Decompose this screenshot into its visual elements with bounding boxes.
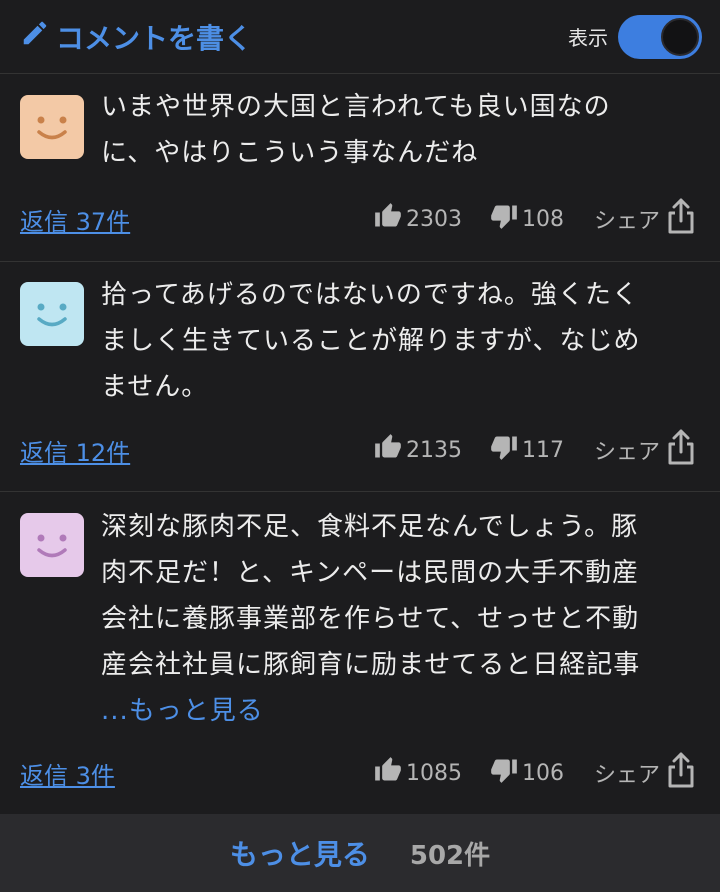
reaction-group: 2135 117 シェア <box>374 428 700 472</box>
comment-item: 深刻な豚肉不足、食料不足なんでしょう。豚 肉不足だ！と、キンペーは民間の大手不動… <box>0 492 720 814</box>
dislike-button[interactable]: 106 <box>490 756 564 790</box>
like-count: 1085 <box>405 760 462 786</box>
comment-item: 拾ってあげるのではないのですね。強くたく ましく生きていることが解りますが、なじ… <box>0 262 720 492</box>
thumbs-up-icon <box>374 756 406 790</box>
share-icon <box>660 751 700 795</box>
write-comment-label: コメントを書く <box>56 21 253 55</box>
share-label: シェア <box>593 440 660 465</box>
thumbs-down-icon <box>490 433 522 467</box>
display-toggle-label: 表示 <box>568 26 608 50</box>
comment-text: 拾ってあげるのではないのですね。強くたく ましく生きていることが解りますが、なじ… <box>101 262 700 410</box>
like-count: 2135 <box>405 437 462 463</box>
like-count: 2303 <box>405 206 462 232</box>
reaction-group: 1085 106 シェア <box>374 751 700 795</box>
comment-count: 502件 <box>409 840 491 871</box>
write-comment-button[interactable]: コメントを書く <box>20 17 252 57</box>
dislike-button[interactable]: 108 <box>490 202 564 236</box>
comment-header: コメントを書く 表示 <box>0 0 720 74</box>
read-more-link[interactable]: ...もっと見る <box>101 688 700 734</box>
thumbs-up-icon <box>374 433 406 467</box>
toggle-knob <box>661 17 699 56</box>
dislike-count: 108 <box>521 206 564 232</box>
share-button[interactable]: シェア <box>594 197 700 241</box>
dislike-count: 106 <box>521 760 564 786</box>
comment-line: ません。 <box>101 372 209 402</box>
load-more-bar: もっと見る 502件 <box>0 814 720 892</box>
load-more-button[interactable]: もっと見る <box>230 833 370 873</box>
avatar <box>20 282 84 346</box>
comment-line: 会社に養豚事業部を作らせて、せっせと不動 <box>101 604 640 634</box>
comment-line: 肉不足だ！と、キンペーは民間の大手不動産 <box>101 558 640 588</box>
comment-line: 産会社社員に豚飼育に励ませてると日経記事 <box>101 650 641 680</box>
like-button[interactable]: 2135 <box>374 433 462 467</box>
comment-line: いまや世界の大国と言われても良い国なの <box>101 92 611 122</box>
comment-section: コメントを書く 表示 いまや世界の大国と言われても良い国なの に、やはりこういう… <box>0 0 720 892</box>
comment-actions: 返信 3件 1085 106 シェア <box>20 751 700 795</box>
thumbs-up-icon <box>374 202 406 236</box>
comment-item: いまや世界の大国と言われても良い国なの に、やはりこういう事なんだね 返信 37… <box>0 74 720 262</box>
share-label: シェア <box>593 209 660 234</box>
share-icon <box>660 197 700 241</box>
dislike-button[interactable]: 117 <box>490 433 564 467</box>
reaction-group: 2303 108 シェア <box>374 197 700 241</box>
comment-line: に、やはりこういう事なんだね <box>101 138 479 168</box>
reply-link[interactable]: 返信 12件 <box>20 433 130 468</box>
dislike-count: 117 <box>521 437 564 463</box>
avatar <box>20 95 84 159</box>
comment-text: いまや世界の大国と言われても良い国なの に、やはりこういう事なんだね <box>101 74 700 176</box>
reply-link[interactable]: 返信 37件 <box>20 202 130 237</box>
share-button[interactable]: シェア <box>594 751 700 795</box>
comment-line: ましく生きていることが解りますが、なじめ <box>101 326 641 356</box>
like-button[interactable]: 1085 <box>374 756 462 790</box>
comment-actions: 返信 12件 2135 117 シェア <box>20 428 700 472</box>
share-label: シェア <box>593 763 660 788</box>
comment-line: 深刻な豚肉不足、食料不足なんでしょう。豚 <box>101 512 639 542</box>
comment-text: 深刻な豚肉不足、食料不足なんでしょう。豚 肉不足だ！と、キンペーは民間の大手不動… <box>101 492 700 734</box>
like-button[interactable]: 2303 <box>374 202 462 236</box>
share-icon <box>660 428 700 472</box>
thumbs-down-icon <box>490 756 522 790</box>
share-button[interactable]: シェア <box>594 428 700 472</box>
thumbs-down-icon <box>490 202 522 236</box>
comment-actions: 返信 37件 2303 108 シェア <box>20 197 700 241</box>
avatar <box>20 513 84 577</box>
pencil-icon <box>20 18 56 55</box>
comment-line: 拾ってあげるのではないのですね。強くたく <box>101 280 639 310</box>
reply-link[interactable]: 返信 3件 <box>20 756 115 791</box>
display-toggle[interactable] <box>618 14 702 59</box>
display-toggle-group: 表示 <box>568 14 702 59</box>
